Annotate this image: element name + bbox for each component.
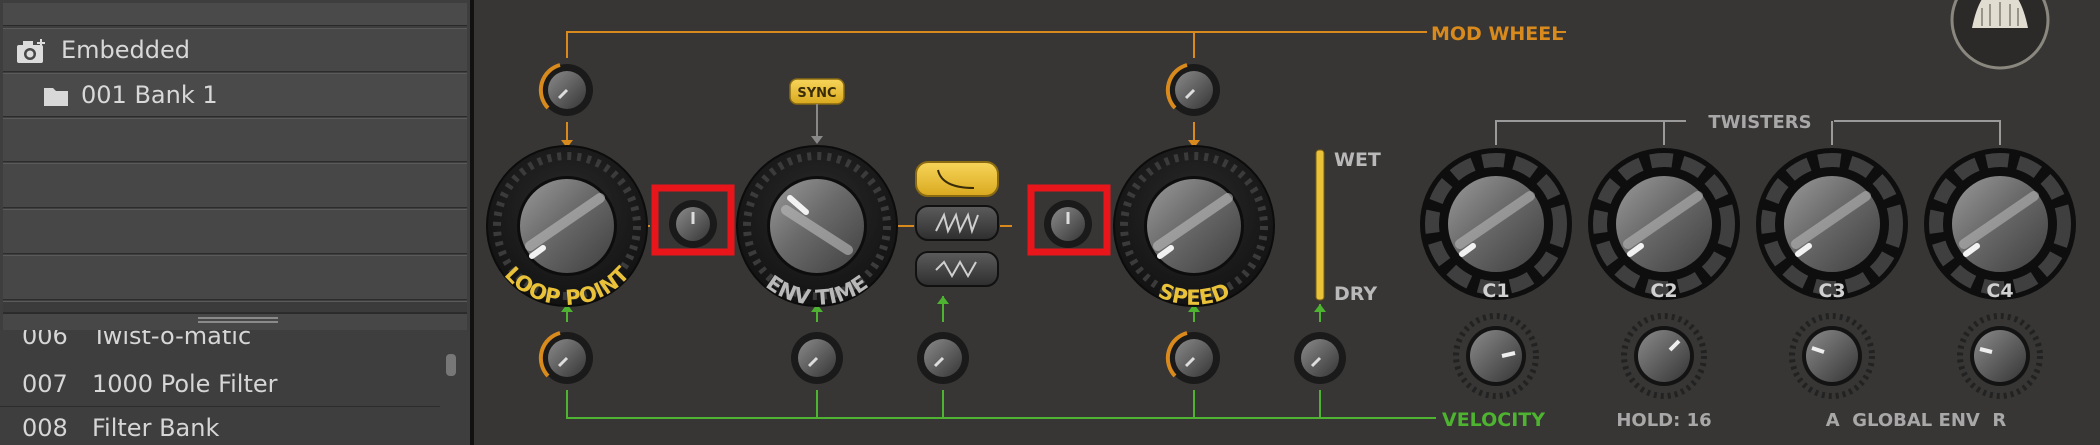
program-name: 1000 Pole Filter bbox=[92, 370, 278, 398]
splitter-handle[interactable] bbox=[3, 313, 467, 331]
speed-knob[interactable] bbox=[1113, 145, 1275, 307]
loop-length-knob[interactable] bbox=[669, 200, 717, 248]
wet-label: WET bbox=[1334, 149, 1381, 171]
global-env-label: A GLOBAL ENV R bbox=[1826, 410, 2007, 431]
sync-button[interactable]: SYNC bbox=[789, 78, 845, 105]
sidebar-empty-row bbox=[3, 255, 467, 300]
program-number: 007 bbox=[22, 370, 68, 398]
program-number: 006 bbox=[22, 330, 68, 350]
hold-knob-left[interactable] bbox=[1453, 313, 1539, 399]
sidebar-empty-row bbox=[3, 209, 467, 254]
dry-label: DRY bbox=[1334, 283, 1377, 305]
camera-icon bbox=[15, 37, 49, 65]
list-item[interactable]: 007 1000 Pole Filter bbox=[0, 368, 440, 407]
global-env-release-knob[interactable] bbox=[1957, 313, 2043, 399]
sidebar-empty-row bbox=[3, 118, 467, 162]
sidebar-top-strip bbox=[3, 3, 467, 26]
program-number: 008 bbox=[22, 414, 68, 442]
sync-arrow-head bbox=[811, 136, 823, 144]
loop-point-velocity-knob[interactable] bbox=[538, 331, 593, 384]
twister-knob-c3[interactable] bbox=[1756, 148, 1908, 300]
speed-depth-knob[interactable] bbox=[1044, 200, 1092, 248]
program-name: Filter Bank bbox=[92, 414, 220, 442]
hold-knob[interactable] bbox=[1621, 313, 1707, 399]
twister-label-c3: C3 bbox=[1818, 280, 1845, 302]
instrument-panel: MOD WHEEL VELOCITY SYNC LOOP POINT ENV T… bbox=[474, 0, 2100, 445]
sidebar-item-bank-1[interactable]: 001 Bank 1 bbox=[3, 73, 467, 117]
twister-knob-c2[interactable] bbox=[1588, 148, 1740, 300]
list-item[interactable]: 008 Filter Bank bbox=[0, 414, 440, 445]
folder-icon bbox=[43, 85, 69, 107]
shape-velocity-knob[interactable] bbox=[917, 332, 969, 384]
twister-knob-c1[interactable] bbox=[1420, 148, 1572, 300]
twister-label-c2: C2 bbox=[1650, 280, 1677, 302]
mod-wheel-routing bbox=[566, 31, 1566, 227]
hold-label: HOLD: 16 bbox=[1616, 410, 1711, 431]
list-item[interactable]: 006 Twist-o-matic bbox=[0, 330, 440, 360]
twisters-label: TWISTERS bbox=[1708, 112, 1811, 133]
speed-velocity-knob[interactable] bbox=[1165, 331, 1220, 384]
saw-shape-button[interactable] bbox=[915, 205, 999, 241]
env-time-velocity-knob[interactable] bbox=[791, 332, 843, 384]
twister-knob-c4[interactable] bbox=[1924, 148, 2076, 300]
triangle-shape-button[interactable] bbox=[915, 251, 999, 287]
global-env-attack-knob[interactable] bbox=[1789, 313, 1875, 399]
program-list: 006 Twist-o-matic 007 1000 Pole Filter 0… bbox=[0, 330, 470, 445]
mix-velocity-knob[interactable] bbox=[1294, 332, 1346, 384]
wet-dry-slider[interactable] bbox=[1315, 149, 1325, 301]
twister-label-c1: C1 bbox=[1482, 280, 1509, 302]
program-name: Twist-o-matic bbox=[92, 330, 252, 350]
sync-label: SYNC bbox=[797, 86, 836, 101]
embedded-label: Embedded bbox=[61, 36, 191, 64]
env-time-knob[interactable] bbox=[736, 145, 898, 307]
velocity-label: VELOCITY bbox=[1442, 409, 1545, 431]
bank-label: 001 Bank 1 bbox=[81, 81, 218, 109]
list-scrollbar[interactable] bbox=[446, 354, 456, 376]
loop-point-mod-knob[interactable] bbox=[538, 63, 593, 116]
browser-sidebar: Embedded 001 Bank 1 006 Twist-o-matic 00… bbox=[0, 0, 470, 445]
mod-wheel-label: MOD WHEEL bbox=[1431, 23, 1563, 45]
logo-badge bbox=[1950, 0, 2050, 70]
sidebar-empty-row bbox=[3, 163, 467, 208]
sidebar-empty-row bbox=[3, 301, 467, 313]
sidebar-item-embedded[interactable]: Embedded bbox=[3, 28, 467, 72]
speed-mod-knob[interactable] bbox=[1165, 63, 1220, 116]
twister-label-c4: C4 bbox=[1986, 280, 2013, 302]
decay-shape-button[interactable] bbox=[915, 161, 999, 197]
grip-icon bbox=[198, 317, 278, 323]
